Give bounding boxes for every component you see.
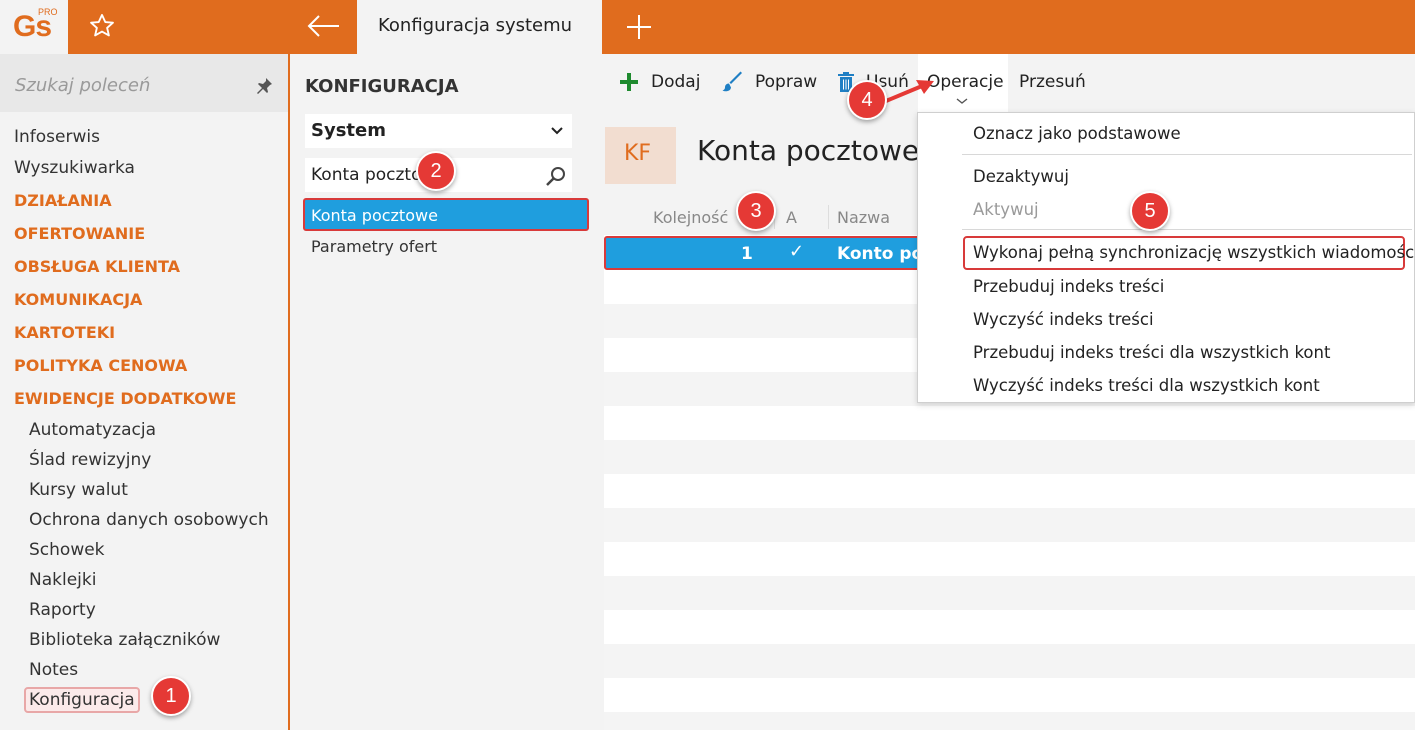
- section-select-value: System: [311, 120, 386, 141]
- menu-item-przebuduj-indeks[interactable]: Przebuduj indeks treści: [973, 277, 1164, 296]
- empty-row: [604, 644, 1415, 678]
- sidebar-category-komunikacja[interactable]: KOMUNIKACJA: [0, 283, 288, 316]
- sidebar-item-kursy-walut[interactable]: Kursy walut: [0, 475, 288, 505]
- config-item-parametry-ofert[interactable]: Parametry ofert: [311, 237, 437, 256]
- toolbar: Dodaj Popraw Usuń Operacje Przesuń: [590, 54, 1415, 112]
- step-badge-3: 3: [736, 191, 776, 231]
- sidebar-item-infoserwis[interactable]: Infoserwis: [0, 122, 288, 153]
- edit-button[interactable]: Popraw: [755, 72, 817, 92]
- step-badge-4: 4: [847, 80, 887, 120]
- menu-item-pelna-synchronizacja[interactable]: Wykonaj pełną synchronizację wszystkich …: [973, 243, 1415, 262]
- sidebar: Szukaj poleceń Infoserwis Wyszukiwarka D…: [0, 54, 290, 730]
- app-logo[interactable]: Gs PRO: [0, 0, 68, 54]
- sidebar-item-schowek[interactable]: Schowek: [0, 535, 288, 565]
- cell-name: Konto po: [837, 244, 924, 264]
- plus-icon[interactable]: [617, 70, 641, 94]
- menu-separator: [962, 154, 1412, 155]
- operations-dropdown: Oznacz jako podstawowe Dezaktywuj Aktywu…: [917, 112, 1415, 403]
- config-title: KONFIGURACJA: [305, 76, 459, 97]
- brush-icon[interactable]: [721, 70, 745, 94]
- config-item-label: Konta pocztowe: [311, 206, 438, 225]
- step-badge-1: 1: [151, 676, 191, 716]
- sidebar-category-ewidencje-dodatkowe[interactable]: EWIDENCJE DODATKOWE: [0, 382, 288, 415]
- star-icon[interactable]: [88, 12, 116, 40]
- sidebar-category-ofertowanie[interactable]: OFERTOWANIE: [0, 217, 288, 250]
- tab-label: Konfiguracja systemu: [378, 15, 573, 36]
- command-search-placeholder: Szukaj poleceń: [15, 75, 151, 96]
- module-badge-text: KF: [624, 141, 652, 166]
- sidebar-item-wyszukiwarka[interactable]: Wyszukiwarka: [0, 153, 288, 184]
- top-bar: Gs PRO Konfiguracja systemu: [0, 0, 1415, 54]
- sidebar-item-notes[interactable]: Notes: [0, 655, 288, 685]
- menu-separator: [962, 229, 1412, 230]
- config-item-konta-pocztowe[interactable]: Konta pocztowe: [303, 198, 589, 231]
- menu-item-wyczysc-indeks-wszystkie[interactable]: Wyczyść indeks treści dla wszystkich kon…: [973, 376, 1320, 395]
- menu-item-wyczysc-indeks[interactable]: Wyczyść indeks treści: [973, 310, 1154, 329]
- module-badge: KF: [605, 127, 676, 184]
- page-title: Konta pocztowe: [697, 134, 920, 167]
- empty-row: [604, 576, 1415, 610]
- section-select[interactable]: System: [305, 114, 572, 148]
- chevron-down-icon: [551, 127, 563, 135]
- sidebar-item-konfiguracja[interactable]: Konfiguracja: [0, 685, 288, 715]
- sidebar-item-biblioteka[interactable]: Biblioteka załączników: [0, 625, 288, 655]
- sidebar-category-obsluga-klienta[interactable]: OBSŁUGA KLIENTA: [0, 250, 288, 283]
- back-arrow-icon[interactable]: [305, 12, 341, 40]
- column-divider: [828, 205, 829, 229]
- menu-item-przebuduj-indeks-wszystkie[interactable]: Przebuduj indeks treści dla wszystkich k…: [973, 343, 1330, 362]
- sidebar-item-label: Konfiguracja: [24, 687, 140, 713]
- sidebar-category-dzialania[interactable]: DZIAŁANIA: [0, 184, 288, 217]
- logo-pro-label: PRO: [38, 7, 58, 17]
- sidebar-item-automatyzacja[interactable]: Automatyzacja: [0, 415, 288, 445]
- sidebar-item-naklejki[interactable]: Naklejki: [0, 565, 288, 595]
- cell-order: 1: [741, 244, 753, 264]
- empty-row: [604, 508, 1415, 542]
- column-header-active[interactable]: A: [786, 208, 797, 227]
- chevron-down-icon: [956, 98, 968, 104]
- column-header-nazwa[interactable]: Nazwa: [837, 208, 890, 227]
- sidebar-category-kartoteki[interactable]: KARTOTEKI: [0, 316, 288, 349]
- empty-row: [604, 440, 1415, 474]
- checkmark-icon: ✓: [789, 241, 805, 262]
- search-icon[interactable]: [544, 164, 568, 188]
- sidebar-item-ochrona-danych[interactable]: Ochrona danych osobowych: [0, 505, 288, 535]
- command-search-input[interactable]: Szukaj poleceń: [0, 54, 288, 112]
- step-badge-5: 5: [1130, 191, 1170, 231]
- sidebar-item-raporty[interactable]: Raporty: [0, 595, 288, 625]
- column-header-kolejnosc[interactable]: Kolejność: [653, 208, 728, 227]
- sidebar-category-polityka-cenowa[interactable]: POLITYKA CENOWA: [0, 349, 288, 382]
- sidebar-item-slad-rewizyjny[interactable]: Ślad rewizyjny: [0, 445, 288, 475]
- sidebar-nav: Infoserwis Wyszukiwarka DZIAŁANIA OFERTO…: [0, 122, 288, 715]
- menu-item-oznacz-podstawowe[interactable]: Oznacz jako podstawowe: [973, 124, 1181, 143]
- move-button[interactable]: Przesuń: [1019, 72, 1086, 92]
- tab-konfiguracja-systemu[interactable]: Konfiguracja systemu: [357, 0, 602, 54]
- add-button[interactable]: Dodaj: [651, 72, 700, 92]
- menu-item-dezaktywuj[interactable]: Dezaktywuj: [973, 167, 1069, 186]
- new-tab-plus-icon[interactable]: [625, 13, 653, 41]
- empty-row: [604, 712, 1415, 730]
- step-badge-2: 2: [416, 151, 456, 191]
- menu-item-aktywuj: Aktywuj: [973, 200, 1039, 219]
- pin-icon[interactable]: [254, 76, 274, 96]
